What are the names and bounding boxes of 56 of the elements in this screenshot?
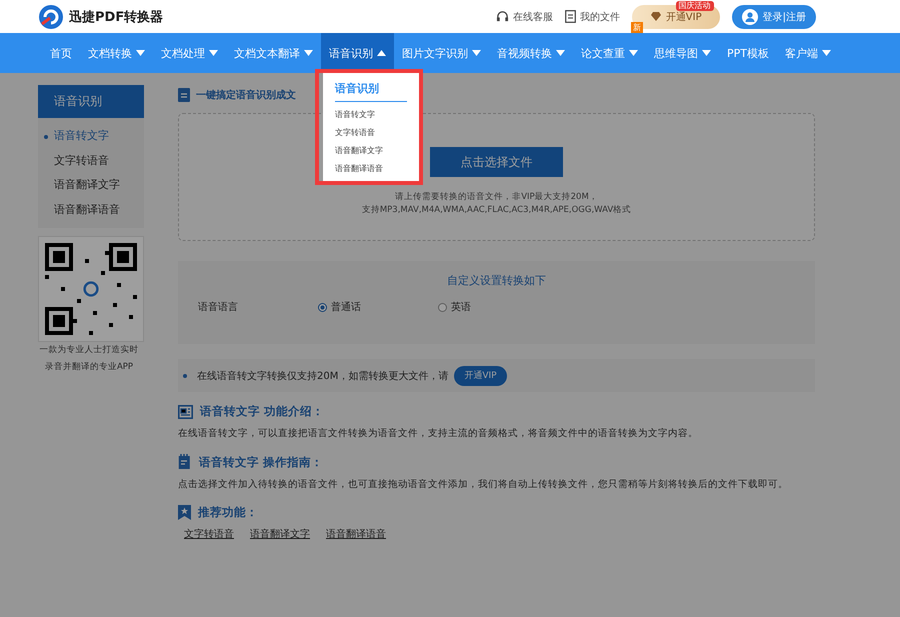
settings-title: 自定义设置转换如下	[446, 273, 547, 288]
sidebar-item[interactable]: 文字转语音	[38, 148, 144, 173]
notice-text: 在线语音转文字转换仅支持20M，如需转换更大文件，请	[197, 370, 448, 382]
new-badge: 新	[631, 22, 643, 33]
nav-item[interactable]: 论文查重	[573, 33, 646, 73]
dropdown-item[interactable]: 语音翻译语音	[335, 160, 407, 178]
nav-item[interactable]: 客户端	[777, 33, 839, 73]
radio-button[interactable]	[438, 302, 447, 312]
headset-icon	[496, 10, 509, 23]
section-title: 推荐功能：	[198, 505, 258, 520]
language-label: 语音语言	[198, 300, 239, 314]
dropdown-title: 语音识别	[335, 81, 407, 102]
nav-item[interactable]: 音视频转换	[489, 33, 573, 73]
notepad-icon	[178, 454, 192, 470]
diamond-icon	[650, 11, 662, 22]
nav-item[interactable]: 文档转换	[80, 33, 153, 73]
section-title: 语音转文字 功能介绍：	[200, 404, 324, 419]
dropdown-item[interactable]: 文字转语音	[335, 124, 407, 142]
document-icon	[178, 88, 190, 102]
bookmark-star-icon	[178, 505, 191, 520]
section-text: 点击选择文件加入待转换的语音文件，也可直接拖动语音文件添加，我们将自动上传转换文件，您只需稍等片刻将转换后的文件下载即可。	[178, 478, 789, 492]
upload-hint: 请上传需要转换的语音文件，非VIP最大支持20M，	[395, 191, 598, 204]
logo-icon	[38, 4, 64, 30]
nav-item[interactable]: 文档文本翻译	[226, 33, 321, 73]
newspaper-icon	[178, 404, 193, 418]
language-option[interactable]: 普通话	[318, 300, 438, 314]
nav-item[interactable]: 图片文字识别	[394, 33, 489, 73]
logo-text[interactable]: 迅捷PDF转换器	[69, 8, 164, 26]
document-icon	[564, 10, 576, 23]
sidebar-item[interactable]: 语音转文字	[38, 124, 144, 148]
sidebar-item[interactable]: 语音翻译文字	[38, 173, 144, 198]
promo-badge: 国庆活动	[676, 0, 714, 10]
language-option[interactable]: 英语	[438, 300, 558, 314]
page-title: 一键搞定语音识别成文	[196, 88, 296, 102]
dropdown-item[interactable]: 语音翻译文字	[335, 142, 407, 160]
qr-caption: 一款为专业人士打造实时	[38, 344, 140, 357]
nav-item[interactable]: PPT模板	[719, 33, 777, 73]
choose-file-button[interactable]: 点击选择文件	[430, 147, 563, 177]
sidebar-item[interactable]: 语音翻译语音	[38, 198, 144, 222]
upload-hint: 支持MP3,MAV,M4A,WMA,AAC,FLAC,AC3,M4R,APE,OGG,WAV格式	[362, 204, 632, 217]
section-text: 在线语音转文字，可以直接把语言文件转换为语音文件，支持主流的音频格式，将音频文件中的语音转换为文字内容。	[178, 427, 699, 441]
nav-item[interactable]: 文档处理	[153, 33, 226, 73]
recommend-link[interactable]: 语音翻译文字	[250, 527, 310, 541]
recommend-link[interactable]: 文字转语音	[184, 527, 234, 541]
recommend-link[interactable]: 语音翻译语音	[326, 527, 386, 541]
qr-caption: 录音并翻译的专业APP	[44, 360, 134, 374]
sidebar-title: 语音识别	[38, 85, 144, 118]
nav-item[interactable]: 思维导图	[646, 33, 719, 73]
nav-item[interactable]: 首页	[42, 33, 80, 73]
my-files-link[interactable]: 我的文件	[564, 10, 620, 24]
login-button[interactable]: 登录|注册	[732, 4, 816, 28]
section-title: 语音转文字 操作指南：	[199, 454, 324, 470]
user-icon	[742, 8, 758, 24]
vip-button[interactable]: 开通VIP	[454, 366, 507, 386]
service-link[interactable]: 在线客服	[496, 10, 553, 24]
radio-button[interactable]	[318, 302, 327, 312]
